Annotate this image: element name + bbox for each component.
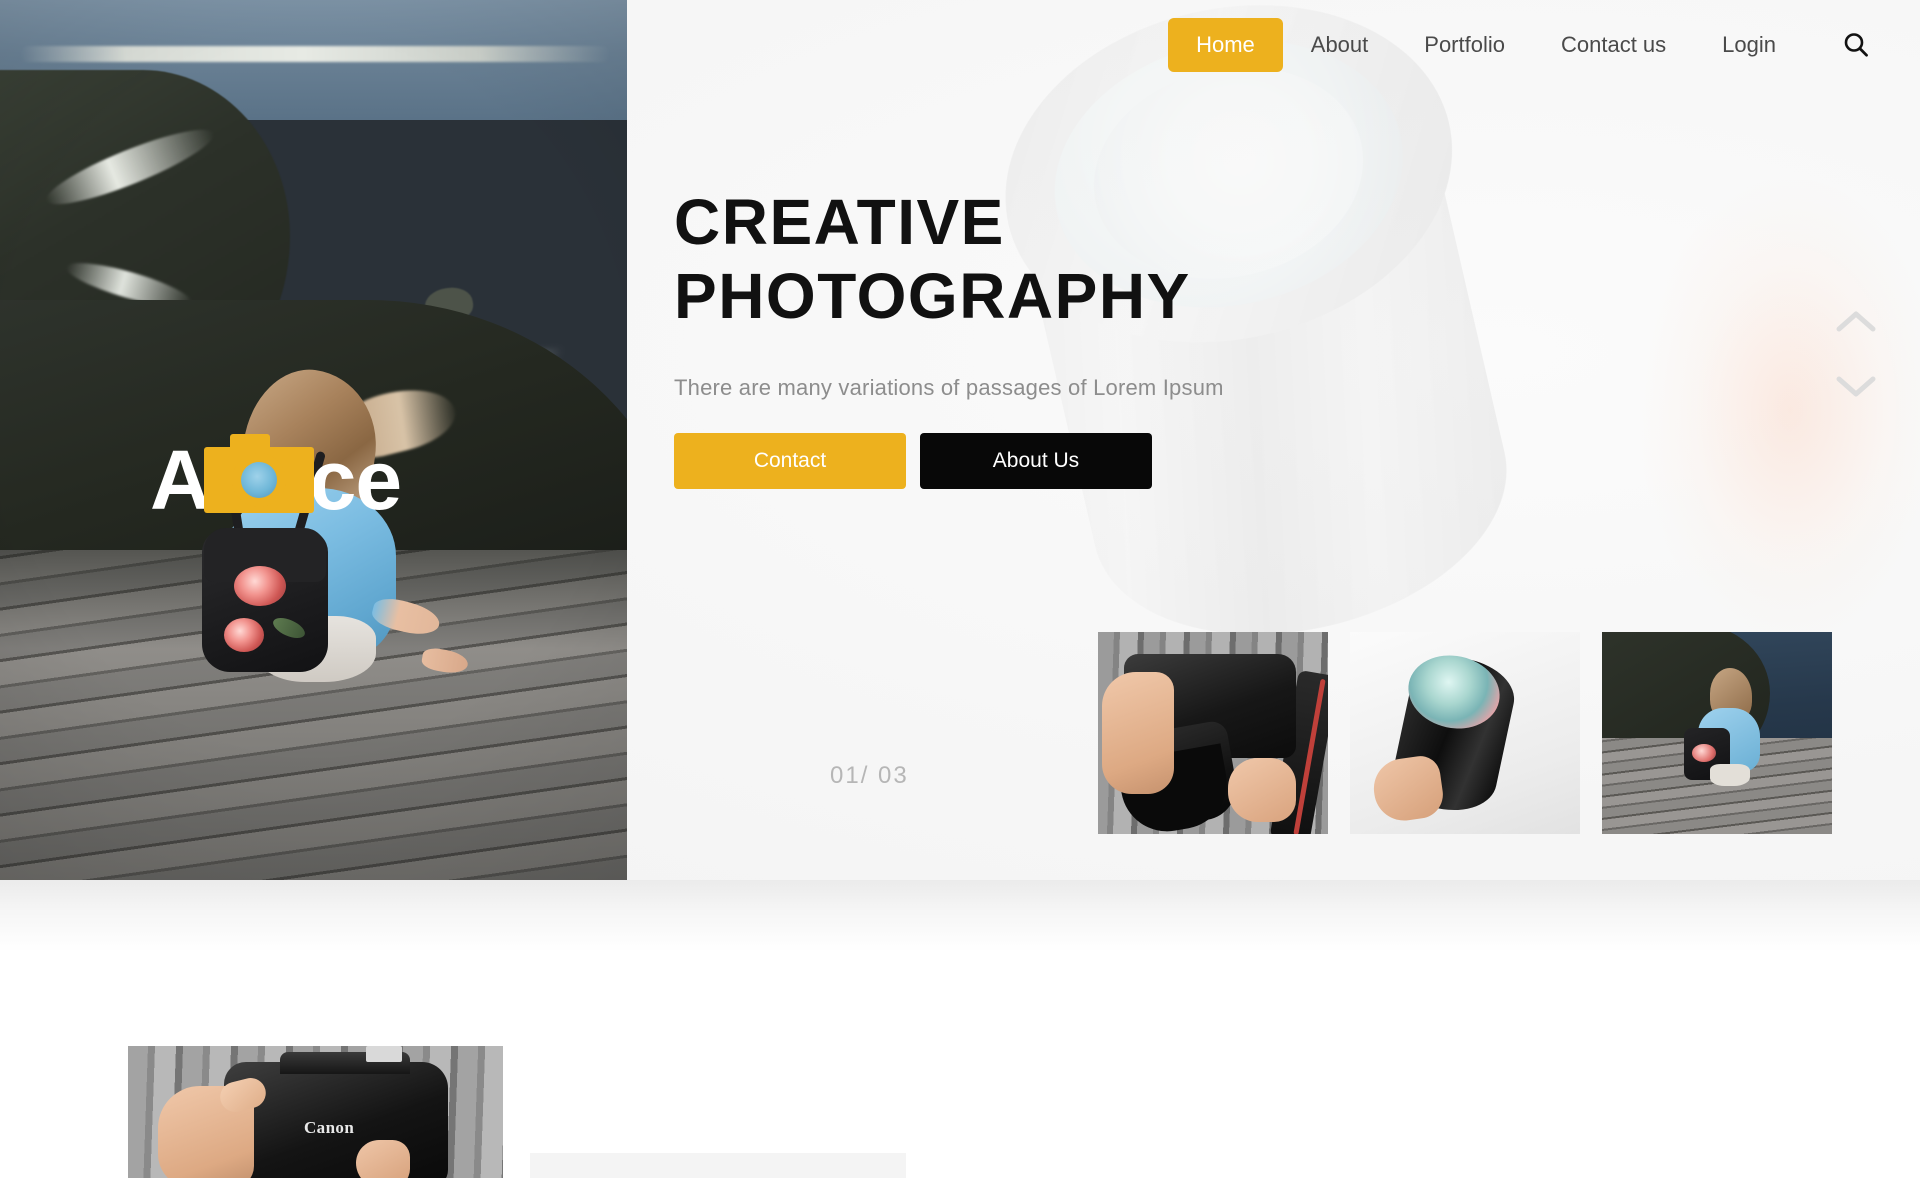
- hero-content: CREATIVE PHOTOGRAPHY There are many vari…: [674, 186, 1224, 490]
- thumb1-hand-left: [1102, 672, 1174, 794]
- logo-prefix: A: [150, 433, 211, 527]
- hero-action-buttons: Contact About Us: [674, 433, 1224, 490]
- hero-thumbnail-strip: [1098, 632, 1832, 834]
- lower-photo-hotshoe: [366, 1046, 402, 1062]
- hero-title-line-2: PHOTOGRAPHY: [674, 259, 1191, 332]
- hero-section: A ce Home About Portfolio Contact us Log…: [0, 0, 1920, 880]
- lower-section: Canon: [0, 880, 1920, 1178]
- slider-navigation: [1828, 300, 1884, 408]
- slide-counter: 01/ 03: [830, 762, 909, 789]
- nav-item-portfolio[interactable]: Portfolio: [1396, 18, 1533, 72]
- hero-left-photo: A ce: [0, 0, 627, 880]
- main-navigation: Home About Portfolio Contact us Login: [627, 0, 1920, 90]
- chevron-up-icon[interactable]: [1828, 300, 1884, 344]
- site-logo[interactable]: A ce: [150, 433, 402, 527]
- nav-item-home[interactable]: Home: [1168, 18, 1283, 72]
- nav-item-contact-us[interactable]: Contact us: [1533, 18, 1694, 72]
- nav-list: Home About Portfolio Contact us Login: [1168, 18, 1804, 72]
- hero-subtitle: There are many variations of passages of…: [674, 375, 1224, 401]
- contact-button[interactable]: Contact: [674, 433, 906, 490]
- thumbnail-1[interactable]: [1098, 632, 1328, 834]
- hero-title-line-1: CREATIVE: [674, 186, 1005, 258]
- lower-photo-hand-right: [356, 1140, 410, 1178]
- camera-brand-label: Canon: [304, 1118, 355, 1137]
- thumbnail-2[interactable]: [1350, 632, 1580, 834]
- camera-icon: [203, 434, 314, 513]
- nav-item-login[interactable]: Login: [1694, 18, 1804, 72]
- thumb1-hand-right: [1228, 758, 1296, 822]
- nav-item-about[interactable]: About: [1283, 18, 1397, 72]
- logo-suffix: ce: [309, 433, 402, 527]
- thumb3-backpack-flower: [1692, 744, 1716, 762]
- about-us-button[interactable]: About Us: [920, 433, 1152, 490]
- chevron-down-icon[interactable]: [1828, 364, 1884, 408]
- search-icon[interactable]: [1830, 19, 1882, 71]
- thumbnail-3[interactable]: [1602, 632, 1832, 834]
- lens-flare: [1640, 180, 1920, 640]
- hero-title: CREATIVE PHOTOGRAPHY: [674, 186, 1224, 333]
- section-divider-shadow: [0, 880, 1920, 952]
- thumb3-jeans: [1710, 764, 1750, 786]
- camera-icon-lens-hole: [240, 462, 277, 498]
- lower-section-photo: Canon: [128, 1046, 503, 1178]
- page-root: A ce Home About Portfolio Contact us Log…: [0, 0, 1920, 1178]
- content-placeholder-panel: [530, 1153, 906, 1178]
